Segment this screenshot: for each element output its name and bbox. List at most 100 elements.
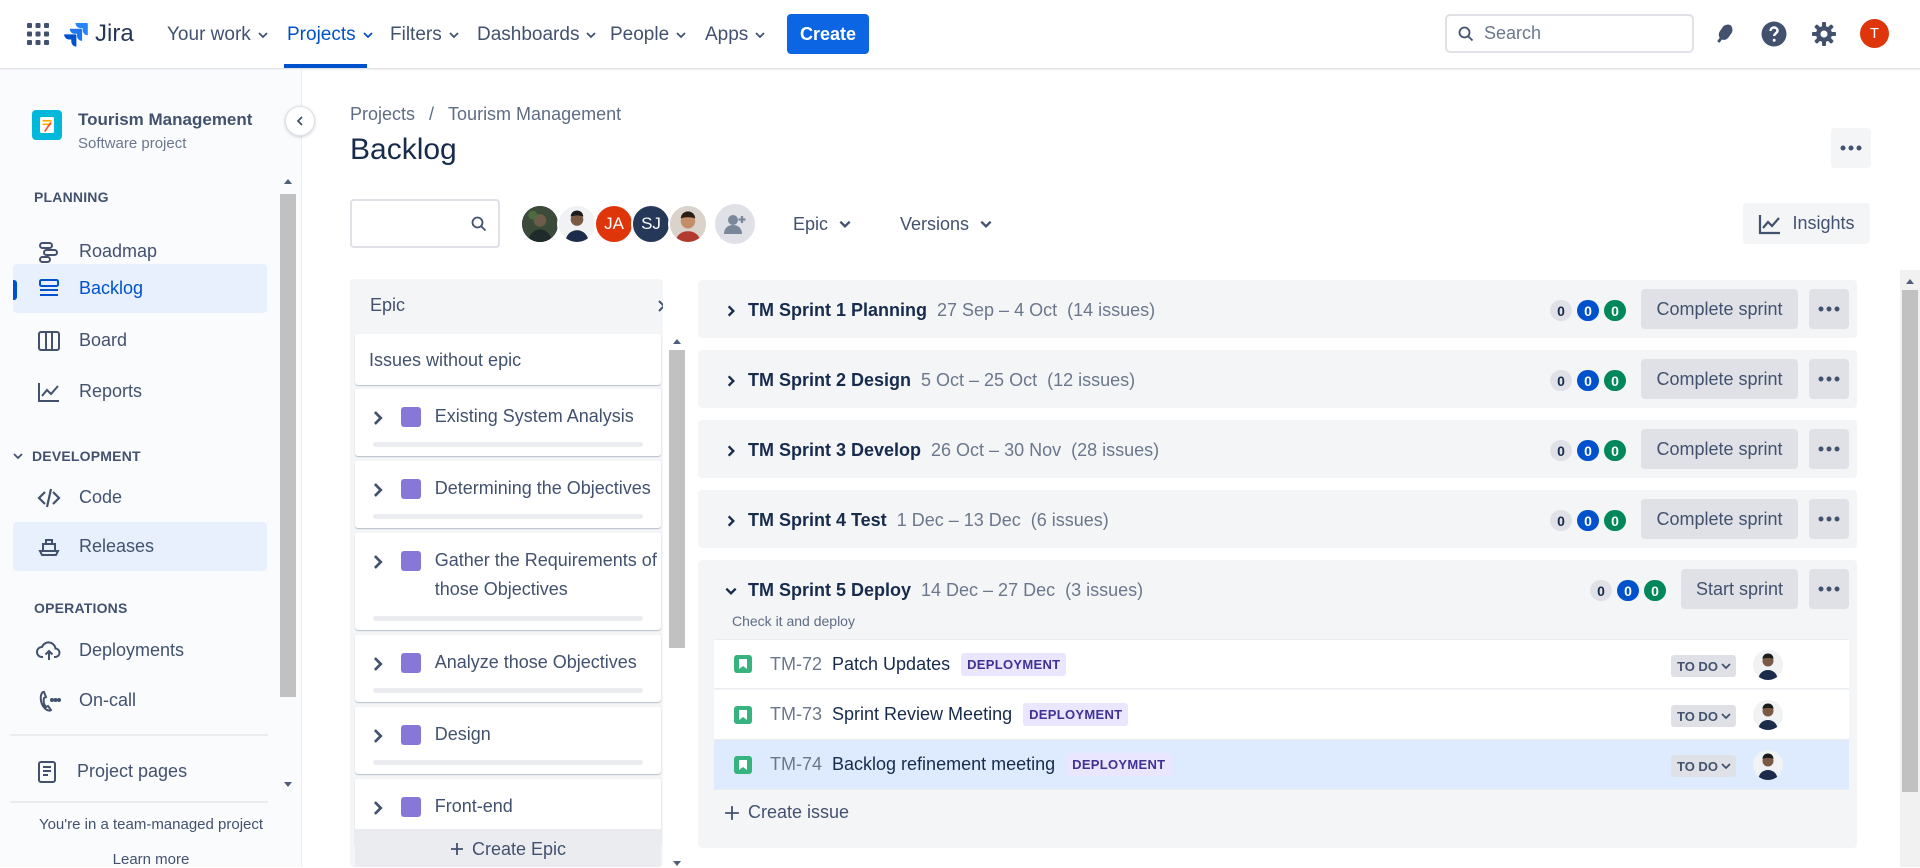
nav-dashboards[interactable]: Dashboards — [477, 19, 597, 51]
chevron-right-icon — [373, 555, 383, 569]
epic-card[interactable]: Analyze those Objectives — [355, 635, 661, 702]
nav-apps[interactable]: Apps — [705, 19, 766, 51]
status-dropdown[interactable]: TO DO — [1671, 655, 1736, 677]
complete-sprint-button[interactable]: Complete sprint — [1641, 289, 1798, 329]
create-issue-button[interactable]: Create issue — [724, 802, 849, 823]
add-people-button[interactable] — [715, 204, 755, 244]
more-icon — [1818, 516, 1840, 522]
epic-card[interactable]: Determining the Objectives — [355, 461, 661, 528]
sidebar-item-backlog[interactable]: Backlog — [13, 264, 267, 313]
status-dropdown[interactable]: TO DO — [1671, 755, 1736, 777]
sprint-more-button[interactable] — [1809, 359, 1849, 399]
breadcrumb-project[interactable]: Tourism Management — [448, 104, 621, 125]
nav-people[interactable]: People — [610, 19, 687, 51]
sidebar-item-label: Board — [79, 330, 128, 350]
main-scrollbar[interactable] — [1900, 270, 1920, 867]
sprint-issue-count: (28 issues) — [1071, 440, 1160, 460]
page-more-button[interactable] — [1831, 128, 1871, 168]
sprint-header[interactable]: TM Sprint 4 Test 1 Dec – 13 Dec (6 issue… — [724, 510, 1109, 531]
complete-sprint-button[interactable]: Complete sprint — [1641, 359, 1798, 399]
epic-card[interactable]: Gather the Requirements of those Objecti… — [355, 533, 661, 630]
avatar[interactable] — [668, 204, 708, 244]
global-search[interactable] — [1445, 14, 1694, 53]
epic-panel: Epic Issues without epic Existing System… — [350, 279, 663, 867]
operations-section-title: OPERATIONS — [34, 600, 128, 616]
assignee-avatar[interactable] — [1753, 700, 1783, 730]
avatar[interactable] — [557, 204, 597, 244]
nav-your-work[interactable]: Your work — [167, 19, 269, 51]
avatar[interactable] — [520, 204, 560, 244]
nav-label: Projects — [287, 24, 356, 45]
sidebar-item-board[interactable]: Board — [13, 316, 267, 365]
sprint-more-button[interactable] — [1809, 499, 1849, 539]
issues-without-epic[interactable]: Issues without epic — [355, 334, 661, 385]
epic-color-icon — [400, 551, 421, 571]
sidebar-item-releases[interactable]: Releases — [13, 522, 267, 571]
sprint-name: TM Sprint 5 Deploy — [748, 580, 912, 600]
epic-progress-bar — [373, 442, 643, 447]
breadcrumb: Projects / Tourism Management — [350, 104, 621, 125]
sprint-header[interactable]: TM Sprint 2 Design 5 Oct – 25 Oct (12 is… — [724, 370, 1135, 391]
epic-panel-scrollbar[interactable] — [669, 330, 685, 867]
create-issue-label: Create issue — [748, 802, 850, 822]
collapse-sidebar-button[interactable] — [285, 106, 315, 136]
sprint-header[interactable]: TM Sprint 1 Planning 27 Sep – 4 Oct (14 … — [724, 300, 1155, 321]
project-sidebar: Tourism Management Software project PLAN… — [0, 70, 302, 868]
create-epic-button[interactable]: Create Epic — [355, 829, 661, 867]
sidebar-item-code[interactable]: Code — [13, 473, 267, 522]
sidebar-item-project-pages[interactable]: Project pages — [11, 747, 265, 796]
sidebar-scrollbar[interactable] — [280, 174, 296, 794]
nav-filters[interactable]: Filters — [390, 19, 460, 51]
epic-card[interactable]: Existing System Analysis — [355, 389, 661, 456]
more-icon — [1840, 145, 1862, 151]
jira-logo-icon — [63, 21, 89, 47]
sidebar-item-reports[interactable]: Reports — [13, 367, 267, 416]
epic-panel-title: Epic — [370, 295, 406, 315]
insights-button[interactable]: Insights — [1743, 203, 1870, 244]
sprint-more-button[interactable] — [1809, 569, 1849, 609]
create-button[interactable]: Create — [787, 14, 869, 54]
in-progress-count-badge: 0 — [1617, 580, 1639, 601]
app-switcher-icon[interactable] — [26, 22, 50, 46]
sidebar-item-on-call[interactable]: On-call — [13, 676, 267, 725]
complete-sprint-button[interactable]: Complete sprint — [1641, 429, 1798, 469]
epic-card[interactable]: Design — [355, 707, 661, 774]
development-section-toggle[interactable]: DEVELOPMENT — [12, 448, 141, 464]
jira-logo[interactable]: Jira — [63, 19, 134, 49]
sprint-more-button[interactable] — [1809, 429, 1849, 469]
learn-more-link[interactable]: Learn more — [0, 851, 302, 868]
status-dropdown[interactable]: TO DO — [1671, 705, 1736, 727]
avatar[interactable]: SJ — [631, 204, 671, 244]
notifications-icon[interactable] — [1710, 20, 1738, 48]
help-icon[interactable] — [1760, 20, 1788, 48]
sidebar-item-deployments[interactable]: Deployments — [13, 626, 267, 675]
user-avatar[interactable]: T — [1860, 19, 1889, 48]
complete-sprint-button[interactable]: Complete sprint — [1641, 499, 1798, 539]
sprint-more-button[interactable] — [1809, 289, 1849, 329]
nav-projects[interactable]: Projects — [287, 19, 374, 51]
epic-filter-dropdown[interactable]: Epic — [793, 208, 852, 240]
close-icon[interactable] — [655, 297, 663, 317]
assignee-avatar[interactable] — [1753, 750, 1783, 780]
issue-key: TM-73 — [770, 704, 823, 724]
sprint-header[interactable]: TM Sprint 5 Deploy 14 Dec – 27 Dec (3 is… — [724, 580, 1143, 601]
settings-icon[interactable] — [1810, 20, 1838, 48]
project-header[interactable]: Tourism Management Software project — [32, 110, 252, 152]
sidebar-divider — [10, 801, 268, 803]
versions-filter-dropdown[interactable]: Versions — [900, 208, 993, 240]
assignee-avatar[interactable] — [1753, 650, 1783, 680]
search-input[interactable] — [1484, 23, 1684, 44]
start-sprint-button[interactable]: Start sprint — [1681, 569, 1798, 609]
issue-row[interactable]: TM-73 Sprint Review Meeting DEPLOYMENT T… — [714, 690, 1849, 740]
epic-progress-bar — [373, 514, 643, 519]
chevron-down-icon — [258, 32, 268, 39]
avatar[interactable]: JA — [594, 204, 634, 244]
breadcrumb-projects[interactable]: Projects — [350, 104, 415, 125]
issue-row[interactable]: TM-72 Patch Updates DEPLOYMENT TO DO — [714, 639, 1849, 689]
chevron-down-icon — [755, 32, 765, 39]
sprint-header[interactable]: TM Sprint 3 Develop 26 Oct – 30 Nov (28 … — [724, 440, 1159, 461]
backlog-search-input[interactable] — [350, 199, 500, 248]
nav-label: Apps — [705, 24, 749, 45]
issue-row[interactable]: TM-74 Backlog refinement meeting DEPLOYM… — [714, 740, 1849, 790]
nav-label: Your work — [167, 24, 251, 45]
